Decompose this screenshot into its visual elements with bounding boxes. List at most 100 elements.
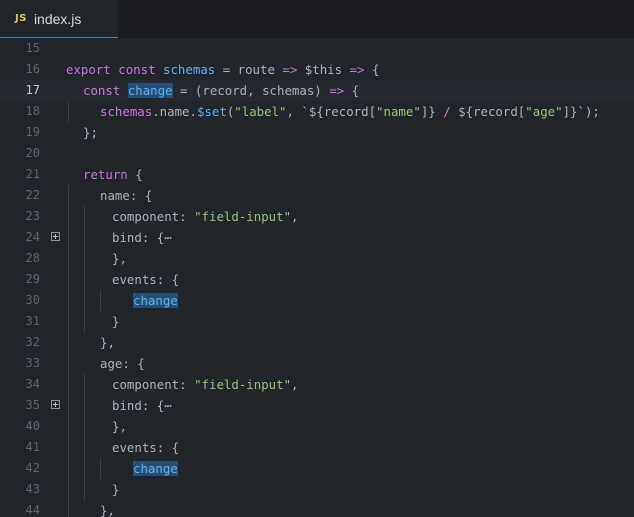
code-line[interactable]: 17 const change = (record, schemas) => { [0, 80, 634, 101]
code-line[interactable]: 18 schemas.name.$set("label", `${record["… [0, 101, 634, 122]
code-line[interactable]: 44}, [0, 500, 634, 517]
code-line[interactable]: 28}, [0, 248, 634, 269]
code-token: , [291, 377, 299, 392]
indent-guide [68, 227, 69, 248]
code-token: route [237, 62, 275, 77]
code-line[interactable]: 33 age: { [0, 353, 634, 374]
indent-guide [68, 416, 69, 437]
code-line[interactable]: 23 component: "field-input", [0, 206, 634, 227]
indent-guide [100, 290, 101, 311]
indent-guide [68, 290, 69, 311]
indent-guide [84, 374, 85, 395]
code-text: schemas.name.$set("label", `${record["na… [100, 101, 600, 122]
indent-guide [84, 311, 85, 332]
code-token: { [344, 83, 360, 98]
code-text: }, [112, 416, 127, 437]
code-line[interactable]: 19}; [0, 122, 634, 143]
line-number: 24 [25, 230, 40, 244]
code-token: name: { [100, 188, 153, 203]
code-token: }, [100, 335, 115, 350]
code-token: }, [112, 251, 127, 266]
indent-guide [68, 479, 69, 500]
line-number: 44 [25, 503, 40, 517]
code-line[interactable]: 22 name: { [0, 185, 634, 206]
indent-guide [68, 101, 69, 122]
line-number: 33 [25, 356, 40, 370]
code-token: => [349, 62, 365, 77]
code-text: age: { [100, 353, 145, 374]
code-text: change [133, 290, 178, 311]
code-token: = [215, 62, 238, 77]
code-token: { [127, 167, 143, 182]
code-token: "field-input" [194, 209, 292, 224]
code-token: bind: { [112, 398, 165, 413]
expand-fold-icon[interactable] [51, 232, 60, 241]
code-line[interactable]: 43} [0, 479, 634, 500]
code-token: const [118, 62, 156, 77]
code-text: events: { [112, 437, 179, 458]
code-line[interactable]: 20 [0, 143, 634, 164]
code-token: age: { [100, 356, 145, 371]
code-text: }, [112, 248, 127, 269]
code-line[interactable]: 24 bind: {⋯ [0, 227, 634, 248]
indent-guide [68, 437, 69, 458]
code-token: ${record[ [450, 104, 526, 119]
line-number: 43 [25, 482, 40, 496]
code-text: return { [83, 164, 143, 185]
code-text: } [112, 479, 119, 500]
code-text: component: "field-input", [112, 206, 299, 227]
code-token: const [83, 83, 121, 98]
code-token: bind: { [112, 230, 165, 245]
code-line[interactable]: 29 events: { [0, 269, 634, 290]
line-number: 31 [25, 314, 40, 328]
code-token: , [291, 209, 299, 224]
code-editor[interactable]: 15 16 export const schemas = route => $thi… [0, 38, 634, 517]
code-line[interactable]: 30 change [0, 290, 634, 311]
code-token: events: { [112, 272, 180, 287]
code-line[interactable]: 16 export const schemas = route => $this … [0, 59, 634, 80]
code-token: return [83, 167, 128, 182]
code-line[interactable]: 40}, [0, 416, 634, 437]
indent-guide [84, 437, 85, 458]
line-number: 20 [25, 146, 40, 160]
code-line[interactable]: 35 bind: {⋯ [0, 395, 634, 416]
line-number: 21 [25, 167, 40, 181]
line-number: 16 [25, 62, 40, 76]
code-text: }; [83, 122, 98, 143]
code-line[interactable]: 15 [0, 38, 634, 59]
indent-guide [84, 416, 85, 437]
code-line[interactable]: 42 change [0, 458, 634, 479]
code-token: }; [83, 125, 98, 140]
indent-guide [68, 311, 69, 332]
expand-fold-icon[interactable] [51, 400, 60, 409]
line-number: 40 [25, 419, 40, 433]
indent-guide [68, 395, 69, 416]
indent-guide [100, 458, 101, 479]
code-token: => [329, 83, 345, 98]
code-token: = (record, schemas) [172, 83, 330, 98]
code-text: const change = (record, schemas) => { [83, 80, 359, 101]
code-text: export const schemas = route => $this =>… [66, 59, 379, 80]
code-text: bind: {⋯ [112, 395, 172, 416]
line-number: 17 [25, 83, 40, 97]
code-token: $set [196, 104, 227, 119]
code-token: .name. [152, 104, 197, 119]
code-line[interactable]: 32}, [0, 332, 634, 353]
code-line[interactable]: 21 return { [0, 164, 634, 185]
code-token: / [443, 104, 451, 119]
code-token: } [112, 482, 120, 497]
line-number: 23 [25, 209, 40, 223]
line-number: 30 [25, 293, 40, 307]
code-token: "age" [525, 104, 563, 119]
indent-guide [68, 206, 69, 227]
tab-index-js[interactable]: JS index.js [0, 0, 118, 38]
code-line[interactable]: 31} [0, 311, 634, 332]
code-line[interactable]: 41 events: { [0, 437, 634, 458]
indent-guide [84, 458, 85, 479]
code-token: ⋯ [164, 398, 172, 413]
code-token: ⋯ [164, 230, 172, 245]
code-line[interactable]: 34 component: "field-input", [0, 374, 634, 395]
